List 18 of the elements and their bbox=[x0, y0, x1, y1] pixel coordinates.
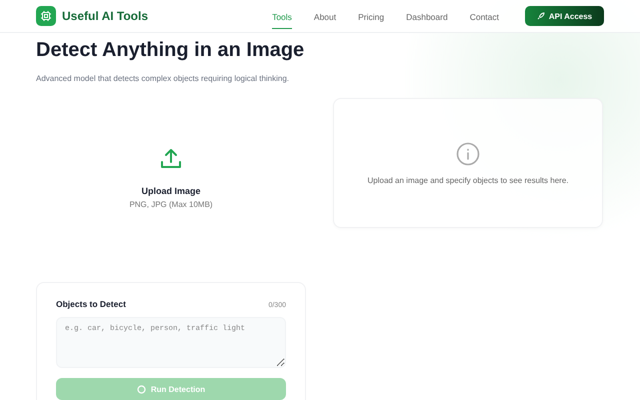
nav-tab[interactable]: Tools bbox=[272, 4, 292, 28]
api-access-button[interactable]: API Access bbox=[525, 6, 604, 26]
results-message: Upload an image and specify objects to see results here. bbox=[367, 176, 568, 184]
nav-tab[interactable]: Dashboard bbox=[406, 4, 448, 28]
upload-hint: PNG, JPG (Max 10MB) bbox=[129, 200, 213, 209]
page-title: Detect Anything in an Image bbox=[36, 38, 306, 62]
brand-name[interactable]: Useful AI Tools bbox=[62, 9, 148, 23]
objects-label: Objects to Detect bbox=[56, 299, 126, 309]
rocket-icon bbox=[536, 12, 545, 20]
spinner-icon bbox=[136, 384, 146, 394]
logo-icon bbox=[36, 6, 56, 26]
upload-label: Upload Image bbox=[141, 186, 200, 196]
upload-icon bbox=[160, 148, 182, 170]
nav-tab[interactable]: Pricing bbox=[358, 4, 384, 28]
nav-tab[interactable]: About bbox=[314, 4, 336, 28]
page-subtitle: Advanced model that detects complex objects requiring logical thinking. bbox=[36, 74, 290, 83]
nav-tab[interactable]: Contact bbox=[470, 4, 499, 28]
info-icon bbox=[456, 142, 480, 166]
